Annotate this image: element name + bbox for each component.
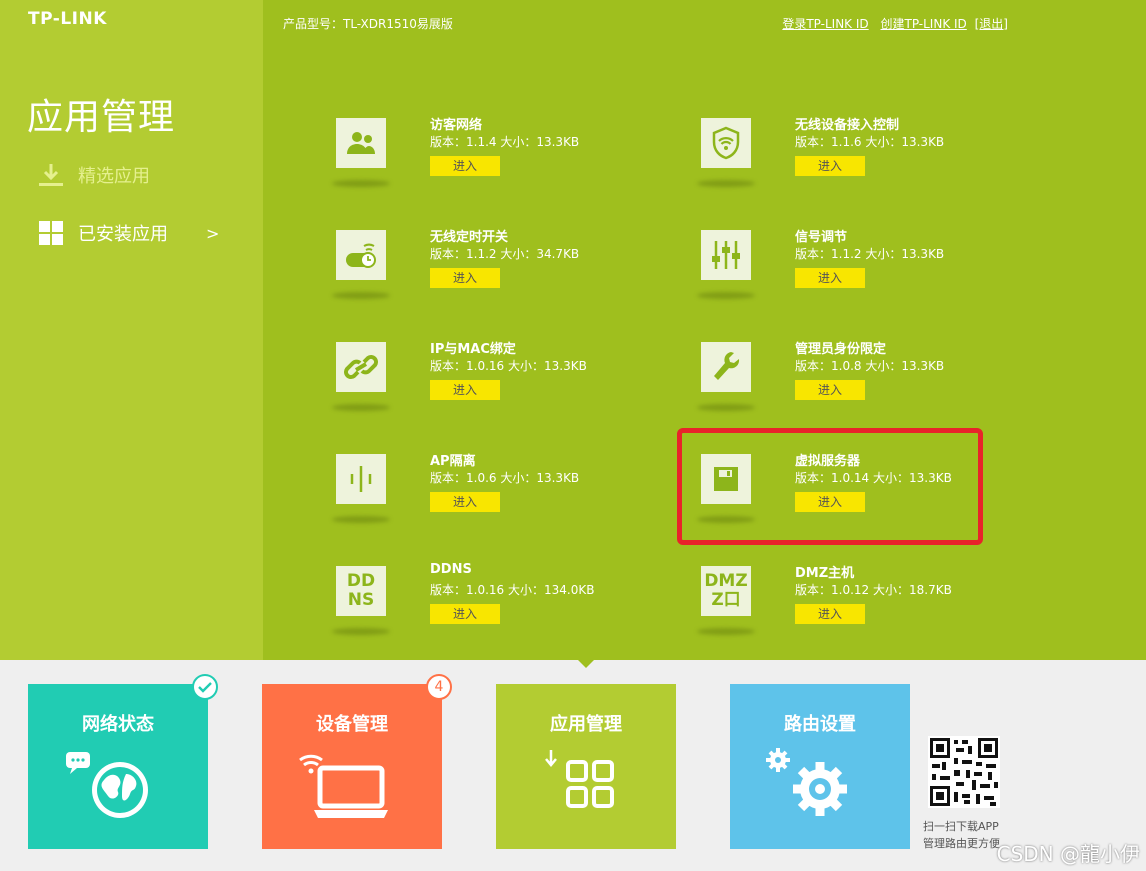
create-tplink-id-link[interactable]: 创建TP-LINK ID <box>880 17 966 31</box>
app-name: DMZ主机 <box>795 566 855 581</box>
app-name: 无线设备接入控制 <box>795 118 900 133</box>
tile-shadow <box>697 628 755 635</box>
app-name: 信号调节 <box>795 230 848 245</box>
header-links: 登录TP-LINK ID 创建TP-LINK ID [退出] <box>774 15 1008 32</box>
app-meta: 版本：1.1.6 大小：13.3KB <box>795 135 945 149</box>
sidebar-item-label: 精选应用 <box>78 166 150 187</box>
app-name: 无线定时开关 <box>430 230 509 245</box>
app-name: DDNS <box>430 562 472 577</box>
qr-caption-line: 管理路由更方便 <box>923 837 1000 850</box>
enter-button[interactable]: 进入 <box>430 268 500 288</box>
app-guest-network: 访客网络 版本：1.1.4 大小：13.3KB 进入 <box>332 112 656 202</box>
nav-card-label: 应用管理 <box>550 714 622 735</box>
tile-shadow <box>332 628 390 635</box>
tile-shadow <box>697 404 755 411</box>
icon-text: NS <box>347 590 375 610</box>
wifi-shield-icon <box>701 118 751 168</box>
dmz-icon: DMZ Z口 <box>701 566 751 616</box>
download-icon <box>38 162 64 188</box>
tile-shadow <box>332 516 390 523</box>
page-title: 应用管理 <box>27 97 176 138</box>
link-icon <box>336 342 386 392</box>
tile-shadow <box>332 292 390 299</box>
app-name: AP隔离 <box>430 454 476 469</box>
app-signal-adjust: 信号调节 版本：1.1.2 大小：13.3KB 进入 <box>697 224 1021 314</box>
app-ip-mac-binding: IP与MAC绑定 版本：1.0.16 大小：13.3KB 进入 <box>332 336 656 426</box>
app-ap-isolation: AP隔离 版本：1.0.6 大小：13.3KB 进入 <box>332 448 656 538</box>
app-name: 访客网络 <box>430 118 483 133</box>
app-meta: 版本：1.0.16 大小：134.0KB <box>430 583 595 597</box>
enter-button[interactable]: 进入 <box>430 156 500 176</box>
active-section-pointer <box>576 658 596 668</box>
sidebar-item-label: 已安装应用 <box>78 224 168 245</box>
tile-shadow <box>697 292 755 299</box>
app-ddns: DD NS DDNS 版本：1.0.16 大小：134.0KB 进入 <box>332 560 656 650</box>
app-meta: 版本：1.1.4 大小：13.3KB <box>430 135 580 149</box>
sidebar-item-featured-apps[interactable]: 精选应用 <box>38 160 150 190</box>
qr-caption: 扫一扫下载APP 管理路由更方便 <box>923 818 1000 852</box>
enter-button[interactable]: 进入 <box>795 268 865 288</box>
apps-grid-icon <box>496 746 676 846</box>
nav-card-label: 设备管理 <box>316 714 388 735</box>
guest-users-icon <box>336 118 386 168</box>
laptop-icon <box>262 746 442 846</box>
app-wireless-access-control: 无线设备接入控制 版本：1.1.6 大小：13.3KB 进入 <box>697 112 1021 202</box>
nav-card-network-status[interactable]: 网络状态 <box>28 684 208 849</box>
nav-card-label: 路由设置 <box>784 714 856 735</box>
enter-button[interactable]: 进入 <box>795 156 865 176</box>
highlight-box <box>677 428 983 545</box>
enter-button[interactable]: 进入 <box>795 380 865 400</box>
tile-shadow <box>332 180 390 187</box>
icon-text: DD <box>346 571 376 591</box>
icon-text: DMZ <box>704 571 748 591</box>
check-icon <box>192 674 218 700</box>
wifi-timer-icon <box>336 230 386 280</box>
app-meta: 版本：1.1.2 大小：34.7KB <box>430 247 580 261</box>
app-meta: 版本：1.0.8 大小：13.3KB <box>795 359 945 373</box>
watermark: CSDN @龍小伊 <box>996 842 1140 866</box>
nav-card-router-settings[interactable]: 路由设置 <box>730 684 910 849</box>
ddns-icon: DD NS <box>336 566 386 616</box>
app-name: IP与MAC绑定 <box>430 342 516 357</box>
product-model: 产品型号：TL-XDR1510易展版 <box>283 17 453 31</box>
nav-card-device-management[interactable]: 设备管理 <box>262 684 442 849</box>
chevron-right-icon: > <box>206 223 220 243</box>
qr-caption-line: 扫一扫下载APP <box>923 820 999 833</box>
app-admin-identity: 管理员身份限定 版本：1.0.8 大小：13.3KB 进入 <box>697 336 1021 426</box>
tile-shadow <box>697 180 755 187</box>
sliders-icon <box>701 230 751 280</box>
icon-text: Z口 <box>711 590 741 610</box>
app-dmz-host: DMZ Z口 DMZ主机 版本：1.0.12 大小：18.7KB 进入 <box>697 560 1021 650</box>
login-tplink-id-link[interactable]: 登录TP-LINK ID <box>782 17 868 31</box>
app-meta: 版本：1.0.12 大小：18.7KB <box>795 583 952 597</box>
tp-link-logo: TP-LINK <box>28 9 107 29</box>
nav-card-app-management[interactable]: 应用管理 <box>496 684 676 849</box>
ap-isolation-icon <box>336 454 386 504</box>
tile-shadow <box>332 404 390 411</box>
app-name: 管理员身份限定 <box>795 342 887 357</box>
app-meta: 版本：1.0.16 大小：13.3KB <box>430 359 587 373</box>
grid-icon <box>38 220 64 246</box>
qr-code <box>928 736 1000 808</box>
enter-button[interactable]: 进入 <box>430 380 500 400</box>
logout-link[interactable]: [退出] <box>975 17 1008 31</box>
app-wireless-timer: 无线定时开关 版本：1.1.2 大小：34.7KB 进入 <box>332 224 656 314</box>
sidebar-item-installed-apps[interactable]: 已安装应用 > <box>38 218 219 248</box>
wrench-icon <box>701 342 751 392</box>
gear-icon <box>730 746 910 846</box>
notification-badge: 4 <box>426 674 452 700</box>
enter-button[interactable]: 进入 <box>795 604 865 624</box>
enter-button[interactable]: 进入 <box>430 604 500 624</box>
app-meta: 版本：1.1.2 大小：13.3KB <box>795 247 945 261</box>
nav-card-label: 网络状态 <box>82 714 154 735</box>
enter-button[interactable]: 进入 <box>430 492 500 512</box>
globe-icon <box>28 746 208 846</box>
app-meta: 版本：1.0.6 大小：13.3KB <box>430 471 580 485</box>
